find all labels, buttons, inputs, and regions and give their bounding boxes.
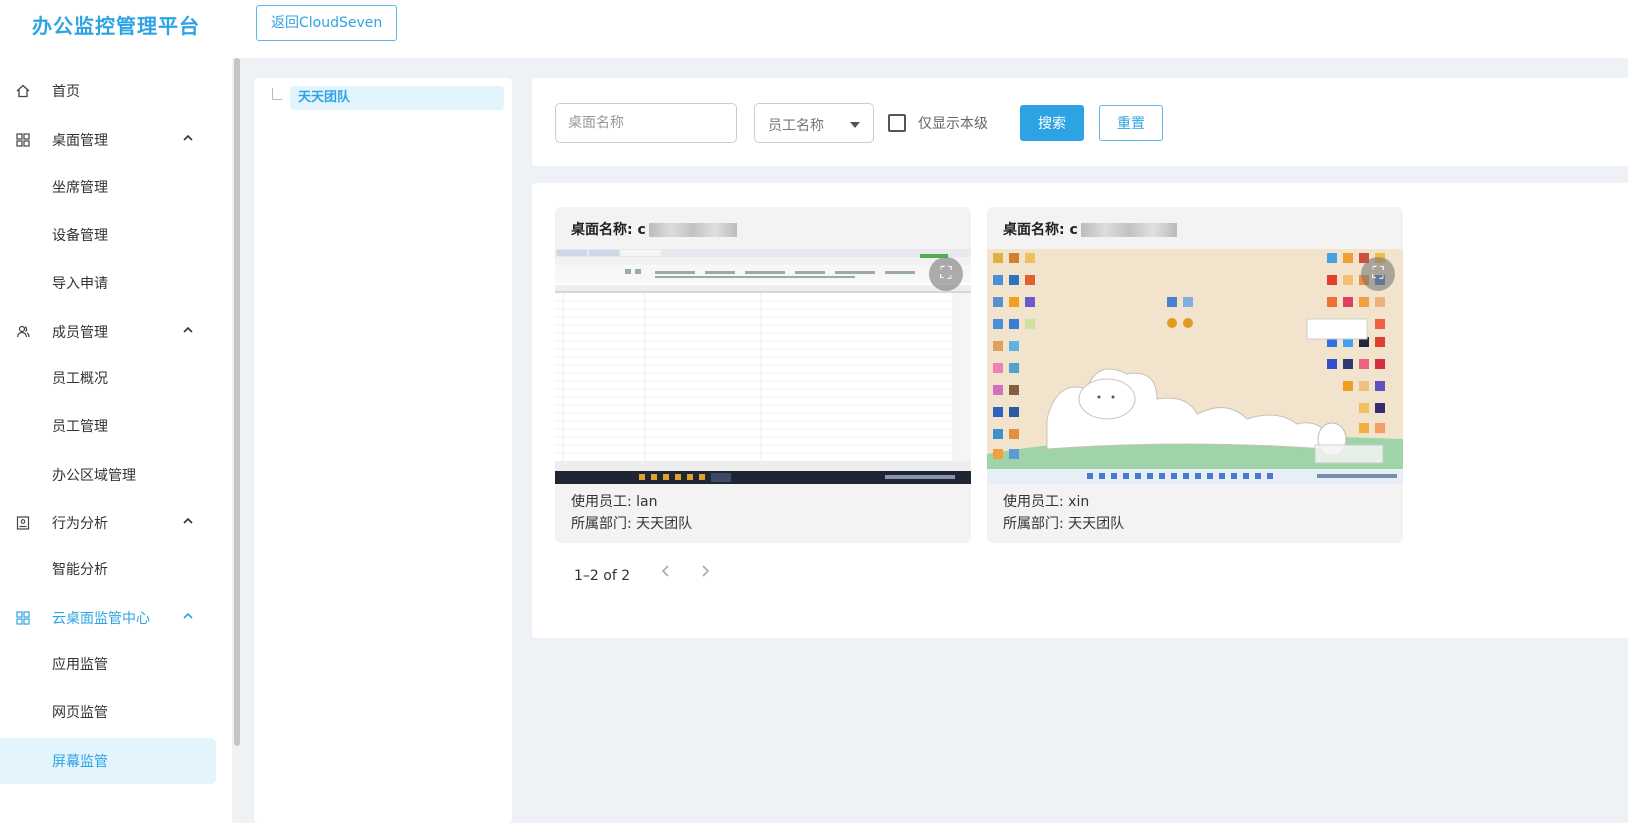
employee-value: xin (1068, 494, 1090, 510)
search-button[interactable]: 搜索 (1020, 105, 1084, 141)
desktop-card[interactable]: 桌面名称: c (987, 207, 1403, 543)
sidebar-item-label: 办公区域管理 (52, 468, 136, 484)
chevron-right-icon[interactable] (699, 563, 711, 584)
department-label: 所属部门: (1003, 516, 1064, 532)
employee-label: 使用员工: (571, 494, 632, 510)
sidebar-item-label: 员工概况 (52, 371, 108, 387)
desktop-screenshot[interactable]: ⛶ (987, 249, 1403, 484)
only-current-level-checkbox[interactable] (888, 114, 906, 132)
sidebar-item-smart-analysis[interactable]: 智能分析 (0, 547, 232, 591)
sidebar-item-label: 员工管理 (52, 419, 108, 435)
sidebar-item-label: 设备管理 (52, 228, 108, 244)
app-title: 办公监控管理平台 (32, 14, 200, 38)
chevron-up-icon (182, 515, 194, 531)
only-current-level-label: 仅显示本级 (918, 116, 988, 132)
sidebar-item-app-monitor[interactable]: 应用监管 (0, 642, 232, 686)
chevron-up-icon (182, 610, 194, 626)
sidebar-item-employee-management[interactable]: 员工管理 (0, 404, 232, 448)
sidebar-group-behavior[interactable]: 行为分析 (0, 501, 232, 545)
back-cloudseven-button[interactable]: 返回CloudSeven (256, 5, 398, 41)
sidebar-scrollbar[interactable] (232, 58, 242, 823)
sidebar-item-label: 导入申请 (52, 276, 108, 292)
desktop-name-value: c (637, 222, 646, 238)
department-label: 所属部门: (571, 516, 632, 532)
sidebar-item-label: 智能分析 (52, 562, 108, 578)
employee-label: 使用员工: (1003, 494, 1064, 510)
desktop-screenshot[interactable]: ⛶ (555, 249, 971, 484)
desktop-name-value: c (1069, 222, 1078, 238)
org-tree-panel: 天天团队 (254, 78, 512, 823)
sidebar-item-employee-overview[interactable]: 员工概况 (0, 356, 232, 400)
sidebar-item-label: 应用监管 (52, 657, 108, 673)
employee-select-placeholder: 员工名称 (768, 118, 824, 134)
sidebar-group-cloud-desktop[interactable]: 云桌面监管中心 (0, 596, 232, 640)
card-title: 桌面名称: c (571, 219, 737, 239)
caret-down-icon (850, 122, 860, 128)
sidebar-item-label: 屏幕监管 (52, 754, 108, 770)
card-employee: 使用员工: lan (571, 491, 658, 511)
sidebar-item-label: 网页监管 (52, 705, 108, 721)
desktop-grid-icon (15, 132, 31, 148)
desktop-name-label: 桌面名称: (571, 222, 633, 238)
card-department: 所属部门: 天天团队 (1003, 513, 1124, 533)
pagination-summary: 1–2 of 2 (574, 568, 631, 584)
department-value: 天天团队 (636, 516, 693, 532)
card-department: 所属部门: 天天团队 (571, 513, 692, 533)
cloud-grid-icon (15, 610, 31, 626)
sidebar-item-office-area[interactable]: 办公区域管理 (0, 453, 232, 497)
spreadsheet-screenshot-image (555, 249, 971, 484)
sidebar-item-seats[interactable]: 坐席管理 (0, 165, 232, 209)
monitor-icon (15, 515, 31, 531)
home-icon (15, 83, 31, 99)
redacted-text (648, 223, 737, 237)
desktop-wallpaper-screenshot-image (987, 249, 1403, 484)
top-header: 办公监控管理平台 返回CloudSeven (0, 0, 1628, 58)
sidebar-item-label: 行为分析 (52, 516, 108, 532)
sidebar-item-screen-monitor[interactable]: 屏幕监管 (0, 738, 216, 784)
chevron-left-icon[interactable] (660, 563, 672, 584)
tree-node-root[interactable]: 天天团队 (290, 86, 504, 110)
sidebar-item-label: 桌面管理 (52, 133, 108, 149)
desktop-card[interactable]: 桌面名称: c (555, 207, 971, 543)
chevron-up-icon (182, 132, 194, 148)
sidebar-item-label: 成员管理 (52, 325, 108, 341)
sidebar-item-label: 坐席管理 (52, 180, 108, 196)
sidebar-item-devices[interactable]: 设备管理 (0, 213, 232, 257)
desktop-name-label: 桌面名称: (1003, 222, 1065, 238)
sidebar-item-import[interactable]: 导入申请 (0, 261, 232, 305)
department-value: 天天团队 (1068, 516, 1125, 532)
desktop-name-input[interactable] (555, 103, 737, 143)
fullscreen-icon[interactable]: ⛶ (929, 257, 963, 291)
sidebar-group-desktop[interactable]: 桌面管理 (0, 118, 232, 162)
card-employee: 使用员工: xin (1003, 491, 1089, 511)
search-panel: 员工名称 仅显示本级 搜索 重置 (532, 78, 1628, 166)
sidebar-item-label: 云桌面监管中心 (52, 611, 150, 627)
sidebar-item-home[interactable]: 首页 (0, 69, 232, 113)
fullscreen-icon[interactable]: ⛶ (1361, 257, 1395, 291)
sidebar: 首页 桌面管理 坐席管理 设备管理 导入申请 成员管理 员工概况 员工管理 办公… (0, 58, 232, 823)
sidebar-group-members[interactable]: 成员管理 (0, 310, 232, 354)
results-panel: 桌面名称: c ⛶ 使用员工: lan 所属部门: 天天团队 桌面名称: c ⛶… (532, 183, 1628, 638)
sidebar-item-web-monitor[interactable]: 网页监管 (0, 690, 232, 734)
tree-connector (272, 88, 282, 100)
scrollbar-thumb[interactable] (234, 58, 240, 746)
employee-value: lan (636, 494, 658, 510)
reset-button[interactable]: 重置 (1099, 105, 1163, 141)
employee-name-select[interactable]: 员工名称 (754, 103, 874, 143)
sidebar-item-label: 首页 (52, 84, 80, 100)
users-icon (15, 324, 31, 340)
chevron-up-icon (182, 324, 194, 340)
redacted-text (1080, 223, 1177, 237)
card-title: 桌面名称: c (1003, 219, 1177, 239)
